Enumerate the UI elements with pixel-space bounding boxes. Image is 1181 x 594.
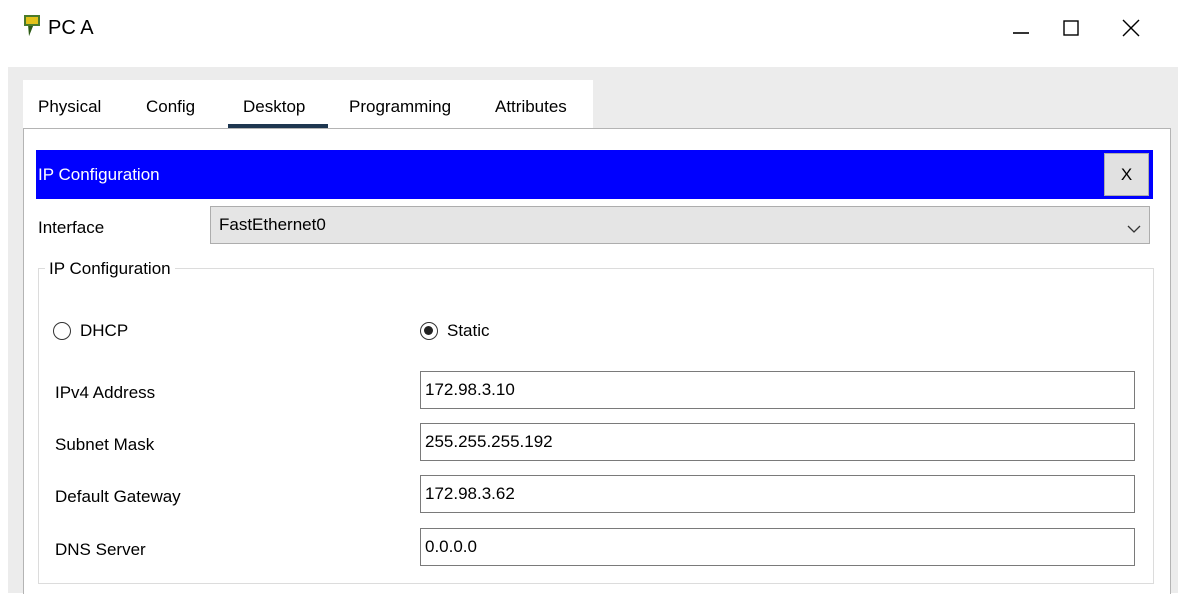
chevron-down-icon: [1127, 221, 1141, 239]
dhcp-radio[interactable]: [53, 322, 71, 340]
static-label[interactable]: Static: [447, 321, 490, 341]
maximize-icon: [1063, 20, 1079, 36]
subnet-mask-label: Subnet Mask: [55, 435, 155, 454]
interface-value: FastEthernet0: [219, 215, 326, 234]
tab-desktop[interactable]: Desktop: [243, 97, 305, 117]
static-radio[interactable]: [420, 322, 438, 340]
ipv4-address-label: IPv4 Address: [55, 383, 156, 402]
dns-server-label: DNS Server: [55, 540, 146, 559]
tab-attributes[interactable]: Attributes: [495, 97, 567, 117]
window-titlebar: PC A: [0, 0, 1181, 56]
ip-config-title: IP Configuration: [38, 165, 160, 184]
ipv4-address-input[interactable]: [420, 371, 1135, 409]
interface-label: Interface: [38, 218, 105, 237]
window-title: PC A: [48, 17, 94, 39]
subnet-mask-input[interactable]: [420, 423, 1135, 461]
dhcp-label[interactable]: DHCP: [80, 321, 128, 341]
minimize-button[interactable]: [996, 8, 1046, 48]
ip-config-group-title: IP Configuration: [45, 259, 175, 279]
close-window-button[interactable]: [1106, 8, 1156, 48]
dns-server-input[interactable]: [420, 528, 1135, 566]
radio-selected-dot: [424, 326, 433, 335]
ip-config-close-button[interactable]: X: [1104, 153, 1149, 196]
close-icon: [1122, 19, 1140, 37]
maximize-button[interactable]: [1046, 8, 1096, 48]
interface-select[interactable]: FastEthernet0: [210, 206, 1150, 244]
tab-config[interactable]: Config: [146, 97, 195, 117]
default-gateway-label: Default Gateway: [55, 487, 181, 506]
ip-config-titlebar: [36, 150, 1153, 199]
tab-physical[interactable]: Physical: [38, 97, 101, 117]
default-gateway-input[interactable]: [420, 475, 1135, 513]
tab-programming[interactable]: Programming: [349, 97, 451, 117]
minimize-icon: [1013, 32, 1029, 34]
packet-tracer-pc-icon: [20, 12, 46, 38]
